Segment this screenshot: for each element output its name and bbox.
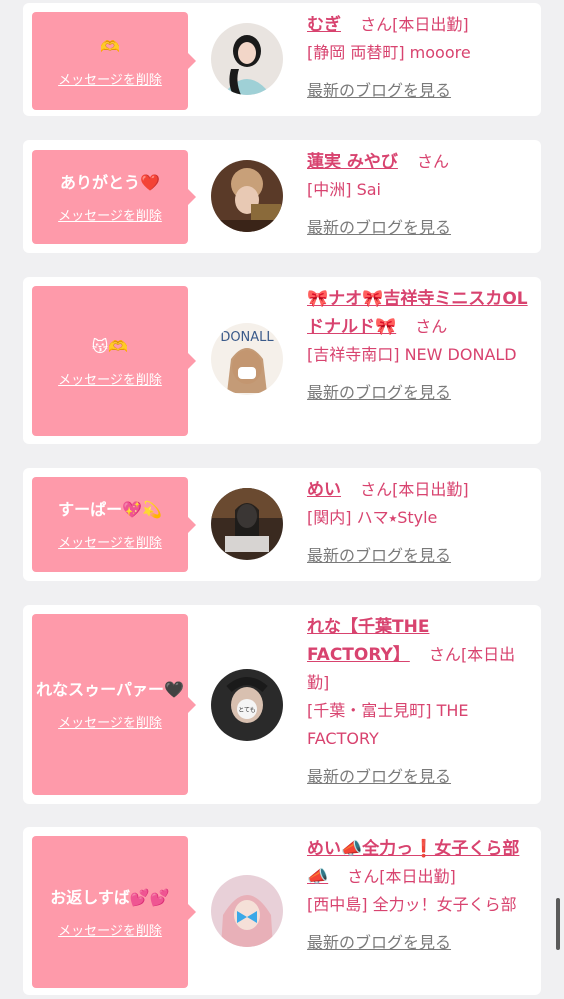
honorific: さん <box>360 480 393 499</box>
avatar[interactable] <box>211 23 283 95</box>
message-text: 🫶 <box>100 36 120 56</box>
delete-message-link[interactable]: メッセージを削除 <box>58 369 162 388</box>
message-card: 🫶 メッセージを削除 むぎ さん[本日出勤] [静岡 両替町] mooore 最… <box>23 3 541 116</box>
latest-blog-link[interactable]: 最新のブログを見る <box>307 542 533 570</box>
delete-message-link[interactable]: メッセージを削除 <box>58 712 162 731</box>
shop-name: [千葉・富士見町] THE FACTORY <box>307 701 469 748</box>
message-text: お返しすば💕💕 <box>50 887 170 907</box>
message-text: すーぱー💖💫 <box>58 500 162 519</box>
girl-name-link[interactable]: むぎ <box>307 15 341 35</box>
message-text: ありがとう❤️ <box>60 172 160 192</box>
girl-info: むぎ さん[本日出勤] [静岡 両替町] mooore 最新のブログを見る <box>307 11 533 105</box>
delete-message-link[interactable]: メッセージを削除 <box>58 532 162 551</box>
attendance-status: [本日出勤] <box>392 480 469 499</box>
latest-blog-link[interactable]: 最新のブログを見る <box>307 929 533 957</box>
latest-blog-link[interactable]: 最新のブログを見る <box>307 763 533 791</box>
honorific: さん <box>360 15 393 34</box>
message-card: ありがとう❤️ メッセージを削除 蓮実 みやび さん [中洲] Sai 最新のブ… <box>23 140 541 253</box>
girl-info: めい📣全力っ❗女子くら部📣 さん[本日出勤] [西中島] 全力ッ！女子くら部 最… <box>307 835 533 957</box>
girl-info: めい さん[本日出勤] [関内] ハマ⭑Style 最新のブログを見る <box>307 476 533 570</box>
delete-message-link[interactable]: メッセージを削除 <box>58 205 162 224</box>
message-bubble: れなスゥーパァー🖤 メッセージを削除 <box>32 614 196 795</box>
svg-text:とても: とても <box>238 707 256 714</box>
scrollbar[interactable] <box>556 898 560 950</box>
avatar[interactable] <box>211 875 283 947</box>
avatar[interactable] <box>211 160 283 232</box>
delete-message-link[interactable]: メッセージを削除 <box>58 69 162 88</box>
message-card: すーぱー💖💫 メッセージを削除 めい さん[本日出勤] [関内] ハマ⭑Styl… <box>23 468 541 581</box>
shop-name: [中洲] Sai <box>307 180 381 199</box>
message-card: 😽🫶 メッセージを削除 DONALL 🎀ナオ🎀吉祥寺ミニスカOLドナルド🎀 さん… <box>23 277 541 444</box>
honorific: さん <box>415 317 448 336</box>
message-bubble: 😽🫶 メッセージを削除 <box>32 286 196 436</box>
message-bubble: すーぱー💖💫 メッセージを削除 <box>32 477 196 572</box>
latest-blog-link[interactable]: 最新のブログを見る <box>307 214 533 242</box>
honorific: さん <box>417 152 450 171</box>
shop-name: [関内] ハマ⭑Style <box>307 508 438 527</box>
girl-info: れな【千葉THE FACTORY】 さん[本日出勤] [千葉・富士見町] THE… <box>307 613 533 791</box>
message-card: お返しすば💕💕 メッセージを削除 めい📣全力っ❗女子くら部📣 さん[本日出勤] … <box>23 827 541 995</box>
girl-name-link[interactable]: れな【千葉THE FACTORY】 <box>307 617 429 665</box>
attendance-status: [本日出勤] <box>392 15 469 34</box>
avatar[interactable] <box>211 488 283 560</box>
delete-message-link[interactable]: メッセージを削除 <box>58 920 162 939</box>
girl-name-link[interactable]: めい <box>307 480 341 500</box>
shop-name: [吉祥寺南口] NEW DONALD <box>307 345 517 364</box>
message-bubble: 🫶 メッセージを削除 <box>32 12 196 110</box>
message-bubble: お返しすば💕💕 メッセージを削除 <box>32 836 196 988</box>
shop-name: [西中島] 全力ッ！女子くら部 <box>307 895 517 914</box>
shop-name: [静岡 両替町] mooore <box>307 43 471 62</box>
message-text: 😽🫶 <box>91 336 129 356</box>
svg-text:DONALL: DONALL <box>220 330 274 345</box>
message-text: れなスゥーパァー🖤 <box>36 680 184 699</box>
girl-info: 蓮実 みやび さん [中洲] Sai 最新のブログを見る <box>307 148 533 242</box>
girl-info: 🎀ナオ🎀吉祥寺ミニスカOLドナルド🎀 さん [吉祥寺南口] NEW DONALD… <box>307 285 533 407</box>
latest-blog-link[interactable]: 最新のブログを見る <box>307 379 533 407</box>
latest-blog-link[interactable]: 最新のブログを見る <box>307 77 533 105</box>
message-bubble: ありがとう❤️ メッセージを削除 <box>32 150 196 244</box>
message-card: れなスゥーパァー🖤 メッセージを削除 とても れな【千葉THE FACTORY】… <box>23 605 541 804</box>
honorific: さん <box>428 645 461 664</box>
avatar[interactable]: とても <box>211 669 283 741</box>
attendance-status: [本日出勤] <box>379 867 456 886</box>
honorific: さん <box>347 867 380 886</box>
girl-name-link[interactable]: 蓮実 みやび <box>307 152 398 172</box>
avatar[interactable]: DONALL <box>211 323 283 395</box>
